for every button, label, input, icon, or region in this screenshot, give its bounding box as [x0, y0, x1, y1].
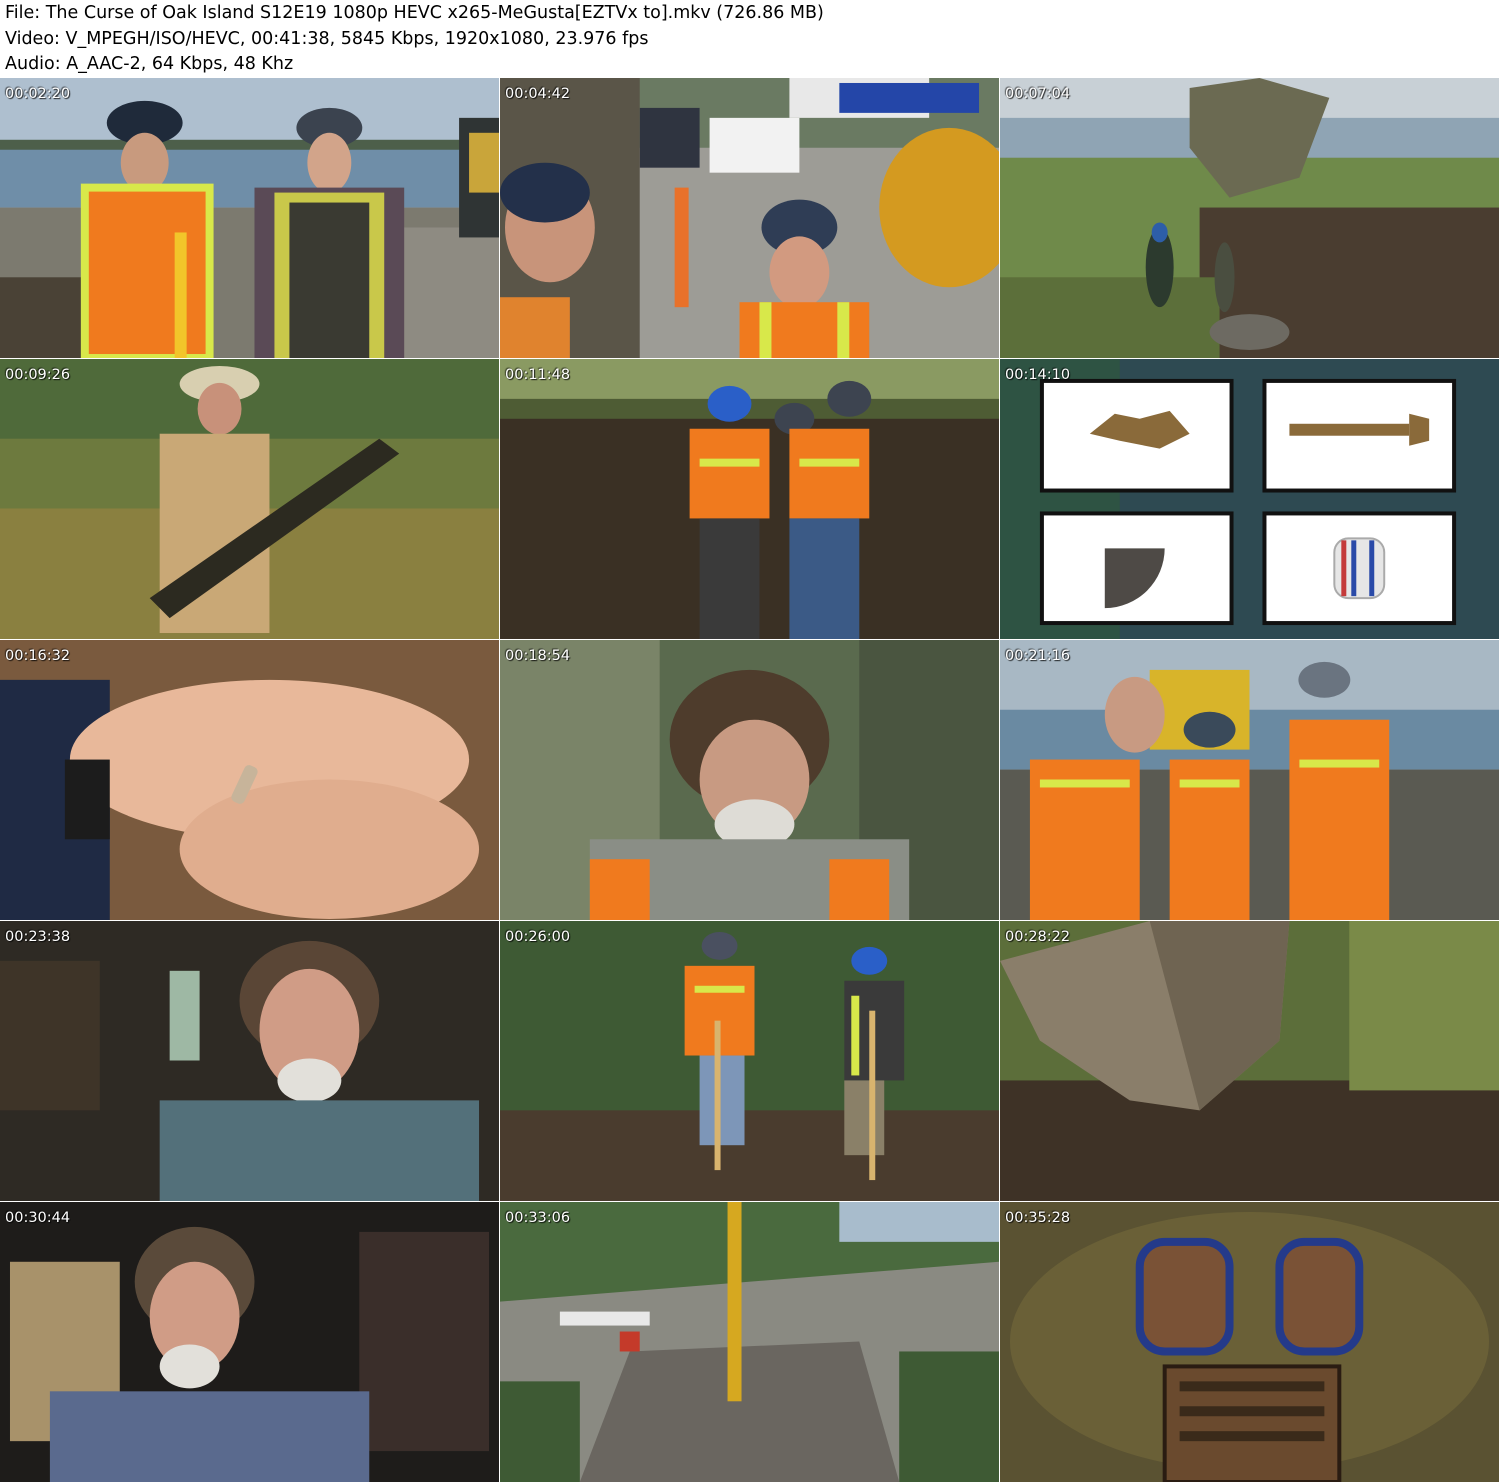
timestamp: 00:26:00 — [505, 929, 571, 945]
thumbnail[interactable]: 00:02:20 — [0, 78, 500, 359]
thumbnail[interactable]: 00:11:48 — [500, 359, 1000, 640]
thumbnail-image — [500, 359, 999, 639]
timestamp: 00:16:32 — [5, 648, 71, 664]
thumbnail[interactable]: 00:35:28 — [1000, 1202, 1500, 1483]
thumbnail-grid: 00:02:20 00:04:42 00:07:04 00:09:26 00:1… — [0, 78, 1500, 1483]
video-info: Video: V_MPEGH/ISO/HEVC, 00:41:38, 5845 … — [5, 29, 649, 49]
thumbnail[interactable]: 00:23:38 — [0, 921, 500, 1202]
thumbnail[interactable]: 00:14:10 — [1000, 359, 1500, 640]
timestamp: 00:02:20 — [5, 86, 71, 102]
thumbnail-image — [1000, 1202, 1499, 1482]
thumbnail[interactable]: 00:16:32 — [0, 640, 500, 921]
timestamp: 00:33:06 — [505, 1210, 571, 1226]
thumbnail-image — [500, 78, 999, 358]
thumbnail[interactable]: 00:21:16 — [1000, 640, 1500, 921]
thumbnail-image — [500, 640, 999, 920]
info-header: File: The Curse of Oak Island S12E19 108… — [0, 0, 1500, 78]
thumbnail-image — [0, 78, 499, 358]
file-info: File: The Curse of Oak Island S12E19 108… — [5, 3, 824, 23]
timestamp: 00:11:48 — [505, 367, 571, 383]
timestamp: 00:23:38 — [5, 929, 71, 945]
thumbnail-image — [1000, 640, 1499, 920]
timestamp: 00:18:54 — [505, 648, 571, 664]
thumbnail[interactable]: 00:28:22 — [1000, 921, 1500, 1202]
thumbnail-image — [1000, 921, 1499, 1201]
thumbnail[interactable]: 00:04:42 — [500, 78, 1000, 359]
thumbnail[interactable]: 00:30:44 — [0, 1202, 500, 1483]
thumbnail-image — [500, 921, 999, 1201]
timestamp: 00:35:28 — [1005, 1210, 1071, 1226]
thumbnail[interactable]: 00:33:06 — [500, 1202, 1000, 1483]
timestamp: 00:07:04 — [1005, 86, 1071, 102]
timestamp: 00:09:26 — [5, 367, 71, 383]
timestamp: 00:30:44 — [5, 1210, 71, 1226]
thumbnail[interactable]: 00:07:04 — [1000, 78, 1500, 359]
thumbnail-image — [500, 1202, 999, 1482]
thumbnail[interactable]: 00:18:54 — [500, 640, 1000, 921]
timestamp: 00:28:22 — [1005, 929, 1071, 945]
thumbnail-image — [0, 359, 499, 639]
thumbnail-image — [0, 640, 499, 920]
thumbnail-image — [0, 921, 499, 1201]
timestamp: 00:04:42 — [505, 86, 571, 102]
thumbnail-image — [1000, 359, 1499, 639]
thumbnail-image — [0, 1202, 499, 1482]
thumbnail[interactable]: 00:26:00 — [500, 921, 1000, 1202]
timestamp: 00:21:16 — [1005, 648, 1071, 664]
thumbnail-image — [1000, 78, 1499, 358]
audio-info: Audio: A_AAC-2, 64 Kbps, 48 Khz — [5, 54, 294, 74]
thumbnail[interactable]: 00:09:26 — [0, 359, 500, 640]
timestamp: 00:14:10 — [1005, 367, 1071, 383]
